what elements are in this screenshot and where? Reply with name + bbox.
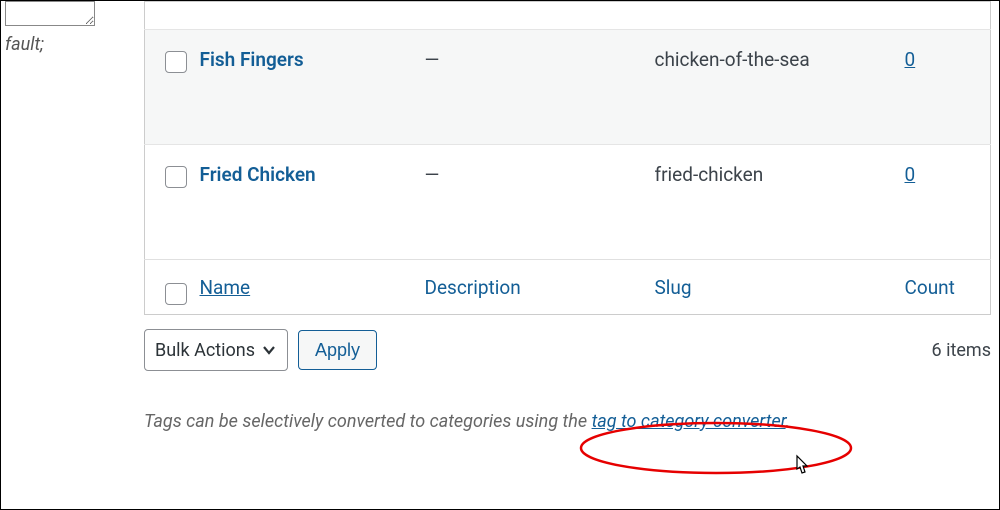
items-count: 6 items <box>932 340 991 361</box>
column-header-description[interactable]: Description <box>425 276 521 299</box>
table-row: Fish Fingers — chicken-of-the-sea 0 <box>145 30 991 145</box>
table-footer-row: Name Description Slug Count <box>145 260 991 315</box>
chevron-down-icon <box>261 342 277 358</box>
tags-table: Fish Fingers — chicken-of-the-sea 0 Frie… <box>144 1 991 315</box>
pointer-cursor-icon <box>791 454 811 478</box>
column-header-count[interactable]: Count <box>905 276 955 299</box>
description-textarea[interactable] <box>5 1 95 26</box>
tag-name-link[interactable]: Fried Chicken <box>200 163 316 186</box>
tag-to-category-converter-link[interactable]: tag to category converter <box>592 411 786 432</box>
bulk-actions-bar: Bulk Actions Apply 6 items <box>144 329 991 371</box>
converter-note: Tags can be selectively converted to cat… <box>144 411 991 432</box>
bulk-actions-label: Bulk Actions <box>155 340 255 361</box>
tag-slug: fried-chicken <box>655 163 764 186</box>
bulk-actions-select[interactable]: Bulk Actions <box>144 329 288 371</box>
note-suffix: . <box>786 411 791 432</box>
note-prefix: Tags can be selectively converted to cat… <box>144 411 592 432</box>
tag-description: — <box>425 48 440 71</box>
default-fragment-label: fault; <box>5 34 121 55</box>
select-all-checkbox[interactable] <box>165 283 187 305</box>
tag-count-link[interactable]: 0 <box>905 163 916 186</box>
column-header-name[interactable]: Name <box>200 276 251 299</box>
table-prev-row-stub <box>145 2 991 30</box>
tag-slug: chicken-of-the-sea <box>655 48 810 71</box>
tag-description: — <box>425 163 440 186</box>
apply-button[interactable]: Apply <box>298 330 377 370</box>
row-checkbox[interactable] <box>165 51 187 73</box>
table-row: Fried Chicken — fried-chicken 0 <box>145 145 991 260</box>
row-checkbox[interactable] <box>165 166 187 188</box>
tag-count-link[interactable]: 0 <box>905 48 916 71</box>
tag-name-link[interactable]: Fish Fingers <box>200 48 304 71</box>
column-header-slug[interactable]: Slug <box>655 276 692 299</box>
